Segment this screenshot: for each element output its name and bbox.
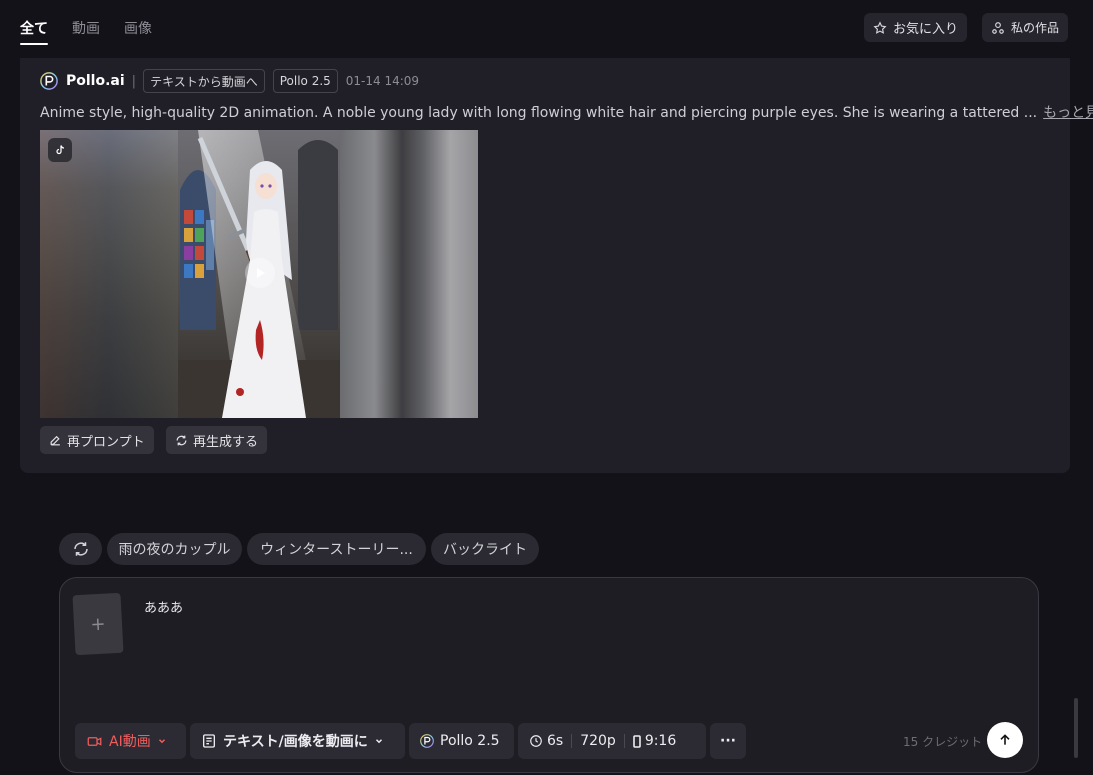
chevron-down-icon xyxy=(158,739,165,744)
shuffle-suggestions-button[interactable] xyxy=(59,533,102,565)
favorites-button[interactable]: お気に入り xyxy=(864,13,968,42)
mode-chip: テキストから動画へ xyxy=(143,69,265,93)
credit-cost: 15 クレジット xyxy=(903,735,983,749)
brand-name: Pollo.ai xyxy=(66,73,125,89)
prompt-body: Anime style, high-quality 2D animation. … xyxy=(40,105,1038,121)
divider xyxy=(623,734,625,748)
arrow-up-icon xyxy=(1000,734,1010,745)
reprompt-button[interactable]: 再プロンプト xyxy=(40,426,154,454)
tab-all[interactable]: 全て xyxy=(20,18,48,38)
prompt-composer: + あああ AI動画 テキスト/画像を動画に Pollo 2.5 6s 720p… xyxy=(59,577,1039,773)
suggestion-chip[interactable]: バックライト xyxy=(431,533,539,565)
prompt-text: Anime style, high-quality 2D animation. … xyxy=(40,102,1093,122)
clock-icon xyxy=(530,735,542,747)
user-works-icon xyxy=(992,21,1004,34)
play-icon[interactable] xyxy=(245,258,275,288)
video-settings-group[interactable]: 6s 720p 9:16 xyxy=(518,723,706,759)
top-bar: 全て 動画 画像 お気に入り 私の作品 xyxy=(0,0,1093,56)
send-button[interactable] xyxy=(987,722,1023,758)
upload-image-button[interactable]: + xyxy=(72,592,124,656)
tab-video[interactable]: 動画 xyxy=(72,18,100,38)
video-thumbnail[interactable] xyxy=(40,130,478,418)
regenerate-label: 再生成する xyxy=(193,434,259,450)
generation-type-select[interactable]: AI動画 xyxy=(75,723,186,759)
my-works-label: 私の作品 xyxy=(1011,21,1060,35)
scrollbar[interactable] xyxy=(1074,698,1078,758)
pollo-logo-icon xyxy=(40,72,58,90)
mode-select[interactable]: テキスト/画像を動画に xyxy=(190,723,405,759)
model-select[interactable]: Pollo 2.5 xyxy=(409,723,514,759)
tab-image[interactable]: 画像 xyxy=(124,18,152,38)
portrait-aspect-icon xyxy=(633,734,641,748)
card-meta: Pollo.ai | テキストから動画へ Pollo 2.5 01-14 14:… xyxy=(40,69,419,93)
created-date: 01-14 14:09 xyxy=(345,74,420,88)
model-chip: Pollo 2.5 xyxy=(272,69,338,93)
refresh-icon xyxy=(176,435,187,445)
divider xyxy=(571,734,573,748)
suggestion-chip[interactable]: ウィンターストーリー... xyxy=(247,533,426,565)
pencil-icon xyxy=(50,435,60,445)
tiktok-icon[interactable] xyxy=(48,138,72,162)
suggestion-chip[interactable]: 雨の夜のカップル xyxy=(107,533,242,565)
favorites-label: お気に入り xyxy=(893,22,959,37)
model-label: Pollo 2.5 xyxy=(440,733,500,749)
resolution-value: 720p xyxy=(580,733,616,749)
meta-separator: | xyxy=(131,73,137,89)
pollo-logo-icon xyxy=(420,734,434,748)
document-icon xyxy=(203,734,215,748)
duration-value: 6s xyxy=(547,733,564,749)
video-camera-icon xyxy=(87,736,102,746)
refresh-icon xyxy=(73,542,88,556)
reprompt-label: 再プロンプト xyxy=(67,434,145,450)
plus-icon: + xyxy=(89,613,107,635)
generation-type-label: AI動画 xyxy=(109,734,151,750)
aspect-ratio-value: 9:16 xyxy=(644,733,677,749)
show-more-link[interactable]: もっと見る xyxy=(1043,105,1093,121)
prompt-input[interactable]: あああ xyxy=(144,597,183,616)
generation-card: Pollo.ai | テキストから動画へ Pollo 2.5 01-14 14:… xyxy=(20,58,1093,473)
mode-label: テキスト/画像を動画に xyxy=(223,734,368,750)
active-tab-indicator xyxy=(20,43,48,45)
more-icon: ··· xyxy=(720,733,736,749)
star-icon xyxy=(873,20,887,34)
my-works-button[interactable]: 私の作品 xyxy=(982,13,1069,42)
blurred-backdrop-left xyxy=(40,130,178,418)
more-options-button[interactable]: ··· xyxy=(710,723,746,759)
blurred-backdrop-right xyxy=(340,130,478,418)
regenerate-button[interactable]: 再生成する xyxy=(166,426,268,454)
chevron-down-icon xyxy=(375,739,382,744)
